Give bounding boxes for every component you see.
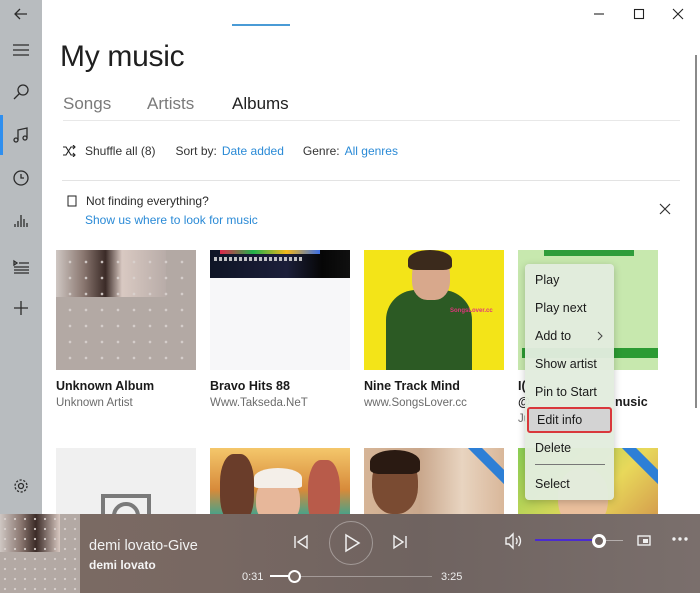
close-window-button[interactable] (656, 0, 700, 28)
playlist-icon (13, 259, 29, 274)
search-icon (13, 84, 29, 100)
clock-icon (13, 170, 29, 186)
mini-player-icon (637, 534, 651, 546)
hamburger-button[interactable] (0, 32, 42, 68)
album-tile[interactable]: Bravo Hits 88 Www.Takseda.NeT (210, 250, 350, 409)
hamburger-icon (13, 44, 29, 56)
missing-music-notice: Not finding everything? Show us where to… (62, 192, 680, 240)
gear-icon (14, 479, 28, 493)
seek-thumb[interactable] (288, 570, 302, 583)
new-playlist-button[interactable] (0, 290, 42, 326)
tab-bar: Songs Artists Albums (63, 94, 680, 121)
active-tab-underline (232, 24, 290, 26)
genre-dropdown[interactable]: All genres (345, 144, 398, 158)
close-icon (672, 8, 684, 20)
music-note-icon (13, 127, 28, 143)
dismiss-notice-icon[interactable] (658, 202, 672, 216)
more-icon (672, 537, 688, 541)
album-tile[interactable]: Unknown Album Unknown Artist (56, 250, 196, 409)
now-playing-artist[interactable]: demi lovato (89, 558, 156, 572)
menu-item-select[interactable]: Select (525, 471, 614, 497)
equalizer-icon (14, 215, 28, 227)
menu-separator (535, 464, 605, 465)
elapsed-time: 0:31 (242, 571, 264, 583)
album-artist: Www.Takseda.NeT (210, 397, 308, 409)
next-button[interactable] (389, 531, 411, 553)
volume-slider[interactable] (535, 534, 623, 548)
menu-item-show-artist[interactable]: Show artist (525, 351, 614, 377)
album-art: SongsLover.cc (364, 250, 504, 370)
previous-button[interactable] (290, 531, 312, 553)
tab-artists[interactable]: Artists (147, 94, 194, 114)
play-button[interactable] (329, 521, 373, 565)
document-icon (67, 195, 77, 207)
volume-button[interactable] (503, 531, 525, 551)
search-button[interactable] (0, 74, 42, 110)
maximize-button[interactable] (617, 0, 661, 28)
album-art (210, 250, 350, 370)
sort-dropdown[interactable]: Date added (222, 144, 284, 158)
page-title: My music (60, 40, 185, 73)
menu-item-edit-info[interactable]: Edit info (527, 407, 612, 433)
mini-view-button[interactable] (636, 533, 652, 547)
my-music-button[interactable] (0, 117, 42, 153)
maximize-icon (633, 8, 645, 20)
album-art (56, 250, 196, 370)
music-folders-link[interactable]: Show us where to look for music (85, 213, 258, 227)
divider (62, 180, 680, 181)
album-title: Unknown Album (56, 379, 155, 393)
shuffle-all-button[interactable]: Shuffle all (8) (85, 144, 155, 158)
menu-item-pin-to-start[interactable]: Pin to Start (525, 379, 614, 405)
album-tile[interactable]: SongsLover.cc Nine Track Mind www.SongsL… (364, 250, 504, 409)
tab-albums[interactable]: Albums (232, 94, 289, 114)
menu-item-delete[interactable]: Delete (525, 435, 614, 461)
volume-thumb[interactable] (592, 534, 607, 548)
next-icon (393, 534, 407, 550)
volume-level (535, 539, 600, 541)
menu-item-play[interactable]: Play (525, 267, 614, 293)
context-menu: Play Play next Add to Show artist Pin to… (525, 264, 614, 500)
tab-songs[interactable]: Songs (63, 94, 111, 114)
vertical-scrollbar[interactable] (695, 55, 697, 408)
seek-slider[interactable] (270, 570, 432, 583)
album-artist: www.SongsLover.cc (364, 397, 467, 409)
recent-plays-button[interactable] (0, 160, 42, 196)
now-playing-button[interactable] (0, 203, 42, 239)
playlists-button[interactable] (0, 248, 42, 284)
back-arrow-icon (14, 8, 27, 20)
menu-item-label: Add to (535, 329, 572, 343)
genre-label: Genre: (302, 144, 340, 158)
toolbar: Shuffle all (8) Sort by: Date added Genr… (62, 143, 398, 159)
total-duration: 3:25 (441, 571, 463, 583)
art-watermark: SongsLover.cc (450, 308, 493, 314)
sort-label: Sort by: (175, 144, 217, 158)
navigation-rail (0, 0, 42, 514)
play-icon (345, 533, 361, 553)
now-playing-art[interactable] (0, 514, 80, 593)
now-playing-title[interactable]: demi lovato-Give (89, 538, 198, 554)
album-title: Bravo Hits 88 (210, 379, 290, 393)
minimize-button[interactable] (577, 0, 621, 28)
plus-icon (14, 301, 28, 315)
menu-item-add-to[interactable]: Add to (525, 323, 614, 349)
notice-title: Not finding everything? (86, 194, 209, 208)
shuffle-icon (63, 145, 76, 157)
volume-icon (505, 532, 522, 550)
chevron-right-icon (597, 331, 603, 341)
menu-item-play-next[interactable]: Play next (525, 295, 614, 321)
player-bar: demi lovato-Give demi lovato 0:31 3:25 (0, 514, 700, 593)
more-options-button[interactable] (670, 531, 690, 547)
settings-button[interactable] (0, 468, 42, 504)
back-button[interactable] (0, 0, 42, 32)
album-artist: Unknown Artist (56, 397, 133, 409)
album-title: Nine Track Mind (364, 379, 460, 393)
minimize-icon (594, 13, 604, 15)
previous-icon (294, 534, 308, 550)
